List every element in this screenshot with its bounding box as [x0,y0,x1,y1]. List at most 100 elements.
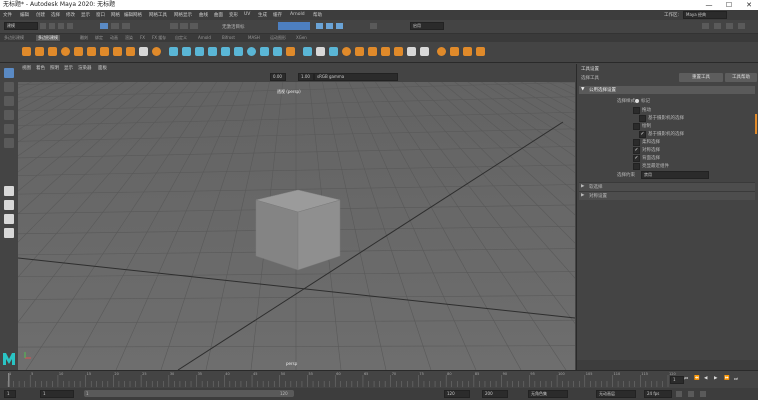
tool-help-button[interactable]: 工具帮助 [725,73,757,82]
shelf-tab[interactable]: Arnold [198,35,211,40]
step-back-icon[interactable]: ⏪ [694,376,700,381]
attribute-editor-icon[interactable] [714,23,721,29]
menu-generate[interactable]: 生成 [258,12,267,18]
minimize-button[interactable]: — [702,0,716,10]
select-component-icon[interactable] [122,23,130,29]
menu-display[interactable]: 显示 [81,12,90,18]
shelf-tab-active[interactable]: 多边形建模 [36,35,60,41]
multicut-icon[interactable] [260,47,269,56]
platonic-icon[interactable] [113,47,122,56]
option-checkbox[interactable] [633,107,640,114]
sculpt-icon[interactable] [286,47,295,56]
menu-create[interactable]: 创建 [36,12,45,18]
panel-menu-panels[interactable]: 面板 [98,65,107,71]
plane-icon[interactable] [87,47,96,56]
menu-uv[interactable]: UV [244,12,250,17]
append-icon[interactable] [247,47,256,56]
retopo-icon[interactable] [381,47,390,56]
menu-edit-mesh[interactable]: 编辑网格 [124,12,142,18]
cylinder-icon[interactable] [48,47,57,56]
lasso-tool-icon[interactable] [4,82,14,92]
range-end-field[interactable]: 120 [444,390,470,398]
snap-grid-icon[interactable] [170,23,178,29]
shelf-tab[interactable]: 自定义 [175,35,187,41]
remesh-icon[interactable] [368,47,377,56]
option-checkbox[interactable] [633,123,640,130]
select-object-icon[interactable] [111,23,119,29]
extrude-icon[interactable] [221,47,230,56]
option-checkbox[interactable]: ✓ [639,131,646,138]
shelf-tab[interactable]: FX 缓存 [152,35,166,41]
shelf-tab[interactable]: XGen [296,35,307,40]
panel-menu-shading[interactable]: 着色 [36,65,45,71]
panel-menu-lighting[interactable]: 照明 [50,65,59,71]
svg-icon[interactable] [152,47,161,56]
unlock-icon[interactable] [463,47,472,56]
play-forward-icon[interactable]: ▶ [714,376,717,381]
panel-menu-show[interactable]: 显示 [64,65,73,71]
four-view-layout-icon[interactable] [4,200,14,210]
current-frame-field[interactable]: 1 [670,376,684,384]
option-checkbox[interactable]: ✓ [633,147,640,154]
center-pivot-icon[interactable] [437,47,446,56]
menu-select[interactable]: 选择 [51,12,60,18]
side-by-side-layout-icon[interactable] [4,214,14,224]
color-space-dropdown[interactable]: sRGB gamma [314,73,398,81]
reset-tool-button[interactable]: 重置工具 [679,73,723,82]
anim-layer-dropdown[interactable]: 无动画层 [596,390,636,398]
section-header-symmetry[interactable]: ▶ 对称设置 [579,191,755,200]
tool-settings-icon[interactable] [726,23,733,29]
torus-icon[interactable] [74,47,83,56]
range-bar[interactable]: 1 120 [84,390,294,397]
loop-icon[interactable] [700,391,706,397]
shelf-tab[interactable]: 雕刻 [80,35,88,41]
go-to-start-icon[interactable]: ⏮ [684,376,688,382]
freeze-icon[interactable] [420,47,429,56]
time-slider[interactable]: 1 5 10 15 20 25 30 35 40 45 50 55 60 65 70 75 80 85 90 95 10… [0,370,758,389]
go-to-end-icon[interactable]: ⏭ [734,376,738,382]
mode-dropdown[interactable]: 建模 [4,22,38,30]
channel-box-icon[interactable] [738,23,745,29]
combine-icon[interactable] [169,47,178,56]
cone-icon[interactable] [61,47,70,56]
folder-icon[interactable] [40,23,46,29]
shelf-tab[interactable]: 动画 [110,35,118,41]
menu-edit[interactable]: 编辑 [20,12,29,18]
character-set-dropdown[interactable]: 无角色集 [528,390,568,398]
radio-tag[interactable] [635,99,639,103]
cube-icon[interactable] [35,47,44,56]
uv-icon[interactable] [303,47,312,56]
option-checkbox[interactable] [633,163,640,170]
snap-point-icon[interactable] [190,23,198,29]
menu-cache[interactable]: 缓存 [273,12,282,18]
menu-curves[interactable]: 曲线 [199,12,208,18]
menu-modify[interactable]: 修改 [66,12,75,18]
shelf-tab[interactable]: Bifrost [222,35,235,40]
shelf-tab[interactable]: FX [140,35,145,40]
super-shape-icon[interactable] [126,47,135,56]
panel-menu-renderer[interactable]: 渲染器 [78,65,92,71]
step-forward-icon[interactable]: ⏩ [724,376,730,381]
close-button[interactable]: ✕ [742,0,756,10]
menu-windows[interactable]: 窗口 [96,12,105,18]
history-icon[interactable] [407,47,416,56]
shelf-tab[interactable]: 绑定 [95,35,103,41]
sphere-icon[interactable] [22,47,31,56]
render-settings-icon[interactable] [336,23,343,29]
select-hierarchy-icon[interactable] [100,23,108,29]
scale-tool-icon[interactable] [4,138,14,148]
range-start-field[interactable]: 1 [40,390,74,398]
viewport-perspective[interactable]: 透视 (persp) persp [18,82,575,370]
mirror-icon[interactable] [316,47,325,56]
save-icon[interactable] [49,23,55,29]
auto-key-icon[interactable] [676,391,682,397]
lock-icon[interactable] [450,47,459,56]
far-clip-field[interactable]: 1.00 [298,73,314,81]
menu-surfaces[interactable]: 曲面 [214,12,223,18]
shelf-tab[interactable]: 多边形建模 [4,35,24,41]
menu-mesh-display[interactable]: 网格显示 [174,12,192,18]
smooth-icon[interactable] [195,47,204,56]
shelf-tab[interactable]: MASH [248,35,260,40]
symmetry-dropdown[interactable]: 启用 [410,22,444,30]
modeling-toolkit-icon[interactable] [702,23,709,29]
